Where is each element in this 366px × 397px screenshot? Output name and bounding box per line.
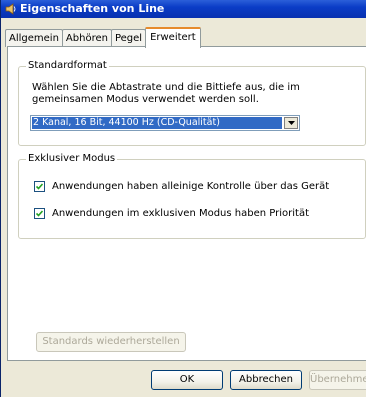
standardformat-description: Wählen Sie die Abtastrate und die Bittie…	[32, 82, 300, 105]
ok-button[interactable]: OK	[151, 370, 223, 390]
dropdown-arrow-button[interactable]	[284, 117, 298, 129]
checkmark-icon	[36, 182, 43, 190]
tab-panel-erweitert: Standardformat Wählen Sie die Abtastrate…	[7, 46, 366, 361]
speaker-icon	[5, 3, 17, 15]
format-dropdown[interactable]: 2 Kanal, 16 Bit, 44100 Hz (CD-Qualität)	[30, 115, 300, 131]
tab-erweitert[interactable]: Erweitert	[145, 27, 201, 48]
exclusive-mode-group: Exklusiver Modus Anwendungen haben allei…	[18, 153, 366, 239]
title-bar[interactable]: Eigenschaften von Line	[1, 0, 366, 18]
exclusive-control-label: Anwendungen haben alleinige Kontrolle üb…	[52, 180, 330, 192]
chevron-down-icon	[288, 121, 295, 125]
tab-allgemein[interactable]: Allgemein	[5, 29, 63, 47]
tab-strip: Allgemein Abhören Pegel Erweitert	[5, 27, 201, 48]
cancel-button[interactable]: Abbrechen	[230, 370, 302, 390]
checkmark-icon	[36, 209, 43, 217]
exclusive-priority-checkbox[interactable]	[34, 207, 45, 219]
properties-dialog: Eigenschaften von Line Allgemein Abhören…	[0, 0, 366, 397]
restore-defaults-button[interactable]: Standards wiederherstellen	[36, 332, 186, 352]
tab-abhoeren[interactable]: Abhören	[61, 29, 112, 47]
window-title: Eigenschaften von Line	[20, 2, 165, 15]
standardformat-legend: Standardformat	[26, 60, 109, 71]
format-selected-value: 2 Kanal, 16 Bit, 44100 Hz (CD-Qualität)	[32, 117, 282, 129]
exclusive-priority-label: Anwendungen im exklusiven Modus haben Pr…	[52, 207, 309, 219]
apply-button[interactable]: Übernehmen	[309, 370, 366, 390]
exclusive-priority-option[interactable]: Anwendungen im exklusiven Modus haben Pr…	[34, 206, 309, 220]
exclusive-mode-legend: Exklusiver Modus	[26, 153, 118, 164]
tab-pegel[interactable]: Pegel	[110, 29, 147, 47]
standardformat-group: Standardformat Wählen Sie die Abtastrate…	[18, 60, 366, 146]
exclusive-control-checkbox[interactable]	[34, 180, 45, 192]
exclusive-control-option[interactable]: Anwendungen haben alleinige Kontrolle üb…	[34, 179, 329, 193]
